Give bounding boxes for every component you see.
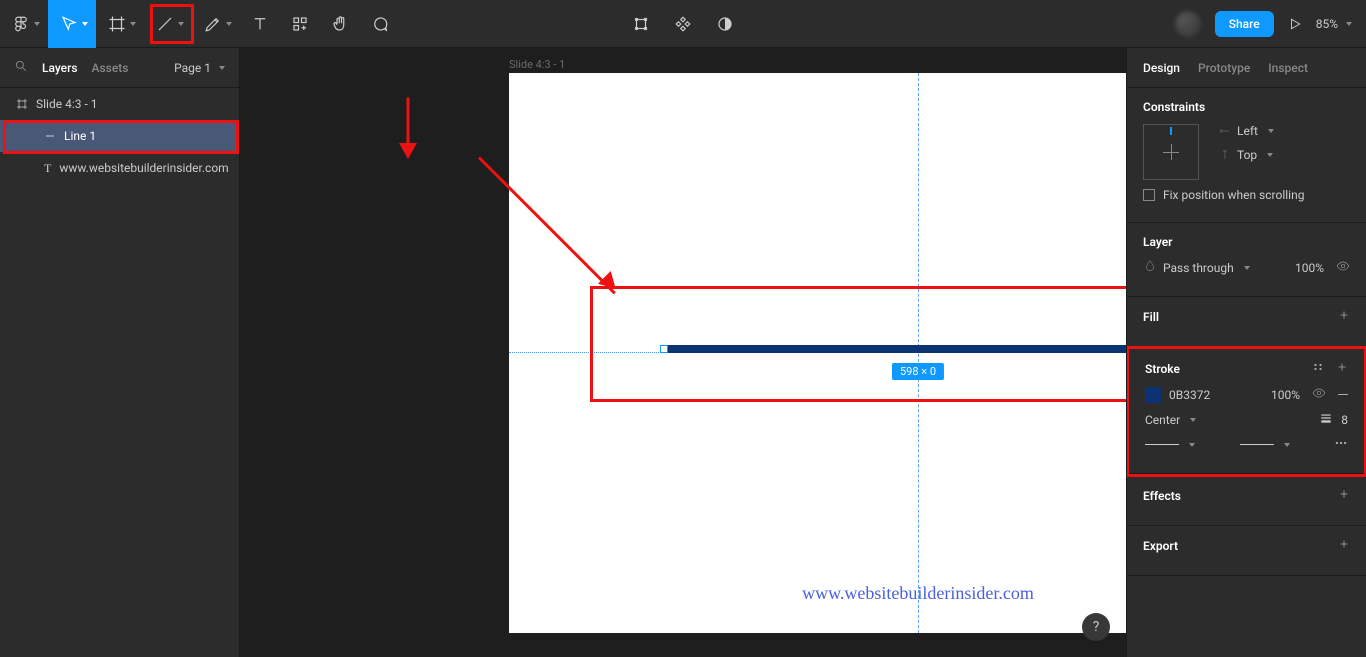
page-selector[interactable]: Page 1: [174, 61, 225, 75]
stroke-color-swatch[interactable]: [1145, 387, 1161, 403]
stroke-end-cap[interactable]: [1240, 443, 1290, 447]
stroke-start-cap[interactable]: [1145, 443, 1195, 447]
avatar[interactable]: [1175, 11, 1201, 37]
add-stroke-button[interactable]: [1336, 361, 1348, 376]
constraints-title: Constraints: [1143, 100, 1350, 114]
section-effects: Effects: [1127, 476, 1366, 526]
constraints-widget[interactable]: [1143, 124, 1199, 180]
layer-title: Layer: [1143, 235, 1350, 249]
search-icon[interactable]: [14, 58, 28, 77]
stroke-weight-icon: [1319, 411, 1333, 428]
layer-opacity[interactable]: 100%: [1295, 261, 1324, 275]
stroke-advanced-button[interactable]: [1334, 436, 1348, 453]
text-icon: T: [44, 161, 51, 176]
mask-tool[interactable]: [716, 0, 734, 48]
section-constraints: Constraints Left Top: [1127, 88, 1366, 223]
tab-design[interactable]: Design: [1143, 61, 1180, 75]
tab-assets[interactable]: Assets: [92, 61, 129, 75]
layer-text[interactable]: T www.websitebuilderinsider.com: [0, 152, 239, 184]
line-tool[interactable]: [144, 0, 192, 48]
fill-title: Fill: [1143, 310, 1159, 324]
zoom-value: 85%: [1316, 17, 1338, 31]
section-export: Export: [1127, 526, 1366, 576]
comment-tool[interactable]: [360, 0, 400, 48]
top-toolbar: Share 85%: [0, 0, 1366, 48]
section-layer: Layer Pass through 100%: [1127, 223, 1366, 297]
fix-position-checkbox[interactable]: [1143, 189, 1155, 201]
resources-tool[interactable]: [280, 0, 320, 48]
multiplayer-tools[interactable]: [674, 0, 692, 48]
constraint-h-select[interactable]: Left: [1219, 124, 1274, 138]
tab-prototype[interactable]: Prototype: [1198, 61, 1250, 75]
add-fill-button[interactable]: [1338, 309, 1350, 324]
text-tool[interactable]: [240, 0, 280, 48]
frame-label[interactable]: Slide 4:3 - 1: [509, 58, 565, 71]
zoom-select[interactable]: 85%: [1316, 17, 1352, 31]
canvas[interactable]: Slide 4:3 - 1 598 × 0 www.websitebuilder…: [240, 48, 1126, 657]
export-title: Export: [1143, 539, 1178, 553]
add-effect-button[interactable]: [1338, 488, 1350, 503]
frame-tool[interactable]: [96, 0, 144, 48]
visibility-icon[interactable]: [1336, 259, 1350, 276]
section-stroke: Stroke 0B3372 100% Cente: [1129, 349, 1364, 474]
stroke-title: Stroke: [1145, 362, 1180, 376]
present-button[interactable]: [1288, 17, 1302, 31]
stroke-weight-input[interactable]: 8: [1341, 413, 1348, 427]
add-export-button[interactable]: [1338, 538, 1350, 553]
stroke-visibility-icon[interactable]: [1312, 386, 1326, 403]
fix-position-label: Fix position when scrolling: [1163, 188, 1304, 202]
component-controls[interactable]: [632, 0, 650, 48]
hand-tool[interactable]: [320, 0, 360, 48]
annotation-layer-highlight: [3, 120, 239, 154]
tab-inspect[interactable]: Inspect: [1268, 61, 1308, 75]
move-tool[interactable]: [48, 0, 96, 48]
stroke-color-hex[interactable]: 0B3372: [1169, 388, 1210, 402]
remove-stroke-button[interactable]: [1338, 394, 1348, 395]
annotation-line-area: [590, 286, 1126, 402]
stroke-opacity[interactable]: 100%: [1271, 388, 1300, 402]
layer-list: Slide 4:3 - 1 Line 1 T www.websitebuilde…: [0, 88, 239, 184]
watermark-text: www.websitebuilderinsider.com: [509, 583, 1126, 604]
layer-frame[interactable]: Slide 4:3 - 1: [0, 88, 239, 120]
blend-mode-select[interactable]: Pass through: [1143, 259, 1250, 276]
help-button[interactable]: ?: [1082, 613, 1110, 641]
tab-layers[interactable]: Layers: [42, 61, 78, 75]
constraint-v-select[interactable]: Top: [1219, 148, 1274, 162]
right-panel: Design Prototype Inspect Constraints Lef…: [1126, 48, 1366, 657]
section-fill: Fill: [1127, 297, 1366, 347]
stroke-align-select[interactable]: Center: [1145, 413, 1196, 427]
effects-title: Effects: [1143, 489, 1181, 503]
stroke-style-button[interactable]: [1312, 361, 1324, 376]
annotation-arrowhead-1: [399, 143, 417, 159]
pen-tool[interactable]: [192, 0, 240, 48]
figma-menu[interactable]: [0, 0, 48, 48]
annotation-stroke-highlight: Stroke 0B3372 100% Cente: [1126, 346, 1366, 477]
left-panel: Layers Assets Page 1 Slide 4:3 - 1 Line …: [0, 48, 240, 657]
share-button[interactable]: Share: [1215, 11, 1274, 37]
